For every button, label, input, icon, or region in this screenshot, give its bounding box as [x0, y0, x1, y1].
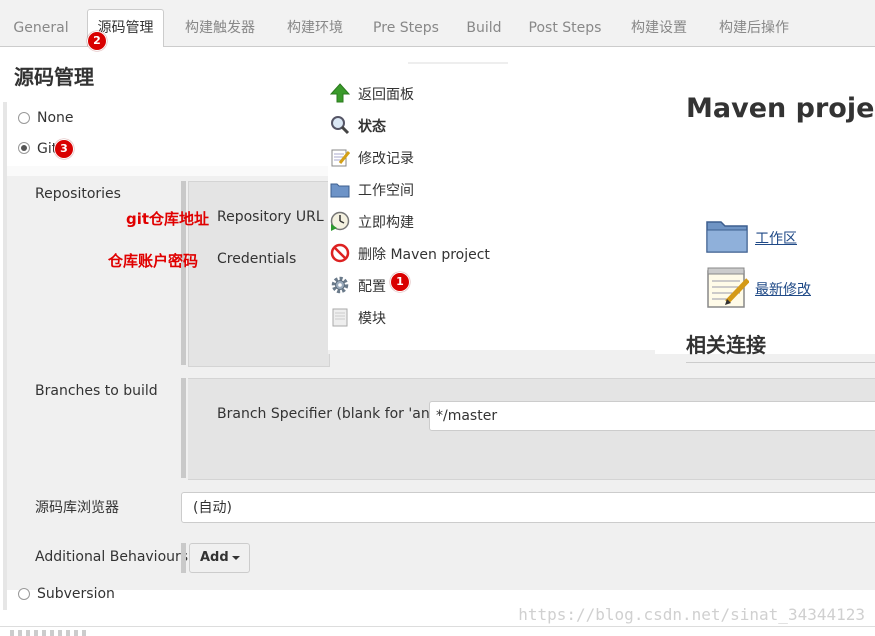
step-badge-2: 2	[87, 31, 107, 51]
related-links-divider	[686, 362, 875, 363]
tab-build[interactable]: Build	[460, 11, 508, 46]
add-behaviour-button[interactable]: Add	[189, 543, 250, 573]
add-button-label: Add	[200, 550, 229, 565]
menu-label: 模块	[358, 311, 386, 327]
repository-browser-label: 源码库浏览器	[35, 500, 119, 516]
tab-pre-steps[interactable]: Pre Steps	[366, 11, 446, 46]
menu-label: 立即构建	[358, 215, 414, 231]
clock-icon	[330, 211, 350, 231]
scm-subversion-radio[interactable]	[18, 588, 30, 600]
step-badge-1: 1	[390, 272, 410, 292]
menu-status[interactable]: 状态	[328, 113, 628, 137]
menu-label: 修改记录	[358, 151, 414, 167]
menu-label: 删除 Maven project	[358, 247, 490, 263]
changes-notepad-icon	[707, 267, 749, 308]
section-title: 源码管理	[14, 65, 94, 89]
next-section-hint	[10, 630, 90, 636]
scm-none-radio[interactable]	[18, 112, 30, 124]
watermark: https://blog.csdn.net/sinat_34344123	[518, 605, 865, 624]
credentials-label: Credentials	[217, 251, 297, 267]
folder-icon	[330, 183, 350, 198]
tab-post-build-actions[interactable]: 构建后操作	[710, 11, 798, 46]
document-icon	[332, 308, 348, 327]
menu-workspace[interactable]: 工作空间	[328, 177, 628, 201]
menu-label: 返回面板	[358, 87, 414, 103]
git-config-top-strip	[7, 166, 328, 176]
tab-general[interactable]: General	[8, 11, 74, 46]
menu-back-to-dashboard[interactable]: 返回面板	[328, 81, 628, 105]
project-title: Maven project	[686, 93, 875, 124]
menu-label: 工作空间	[358, 183, 414, 199]
tab-build-settings[interactable]: 构建设置	[622, 11, 696, 46]
repository-url-label: Repository URL	[217, 209, 324, 225]
overlay-top-tab	[408, 62, 508, 64]
menu-build-now[interactable]: 立即构建	[328, 209, 628, 233]
credentials-annotation: 仓库账户密码	[108, 252, 199, 270]
project-overlay-panel: 返回面板 状态 修改记录 工作空间 立即构建 删除 Maven project …	[328, 62, 875, 363]
step-badge-3: 3	[54, 139, 74, 159]
additional-bar	[181, 543, 186, 573]
branches-bar	[181, 378, 186, 478]
gear-icon	[331, 276, 349, 294]
menu-configure[interactable]: 配置	[328, 273, 628, 297]
related-links-title: 相关连接	[686, 333, 766, 357]
changes-link[interactable]: 最新修改	[755, 279, 811, 299]
bottom-divider	[0, 626, 875, 627]
menu-label: 配置	[358, 279, 386, 295]
repository-browser-select[interactable]: (自动)	[181, 492, 875, 523]
caret-down-icon	[232, 556, 240, 560]
branches-label: Branches to build	[35, 383, 158, 399]
repo-url-annotation: git仓库地址	[126, 210, 210, 228]
additional-behaviours-label: Additional Behaviours	[35, 549, 189, 565]
scm-none-label: None	[37, 110, 74, 126]
no-entry-icon	[330, 243, 350, 263]
workspace-folder-icon	[706, 221, 748, 253]
branch-specifier-input[interactable]: */master	[429, 401, 875, 431]
magnifier-icon	[331, 116, 350, 135]
menu-modules[interactable]: 模块	[328, 305, 628, 329]
up-arrow-icon	[330, 83, 350, 103]
repositories-label: Repositories	[35, 186, 121, 202]
notepad-icon	[331, 149, 350, 167]
menu-label: 状态	[358, 119, 386, 135]
scm-git-radio[interactable]	[18, 142, 30, 154]
branch-specifier-label: Branch Specifier (blank for 'any')	[217, 406, 448, 422]
tab-build-triggers[interactable]: 构建触发器	[176, 11, 264, 46]
menu-delete-project[interactable]: 删除 Maven project	[328, 241, 628, 265]
tab-build-environment[interactable]: 构建环境	[278, 11, 352, 46]
tab-post-steps[interactable]: Post Steps	[522, 11, 608, 46]
menu-changes[interactable]: 修改记录	[328, 145, 628, 169]
overlay-bottom-strip	[328, 350, 655, 354]
tab-bar: General 源码管理 构建触发器 构建环境 Pre Steps Build …	[0, 0, 875, 47]
workspace-link[interactable]: 工作区	[755, 228, 797, 248]
scm-subversion-label: Subversion	[37, 586, 115, 602]
